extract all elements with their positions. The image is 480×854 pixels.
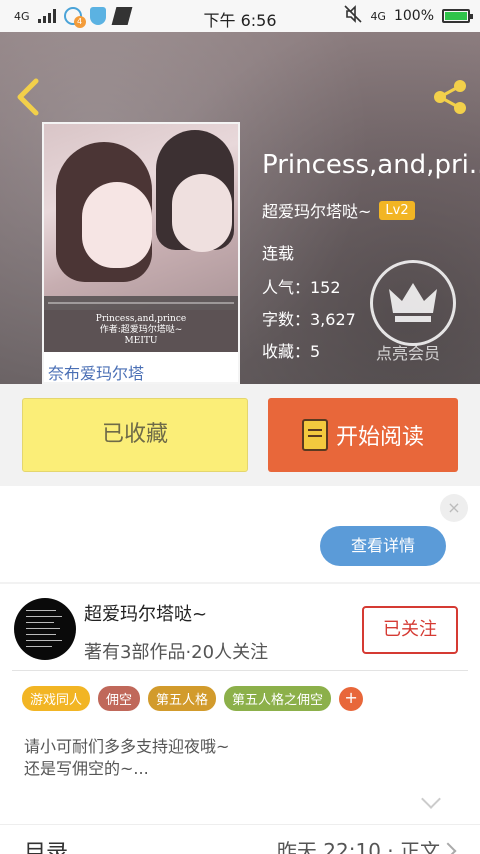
toc-latest-update: 昨天 22:10 · 正文 bbox=[276, 839, 440, 854]
book-icon bbox=[301, 419, 328, 451]
author-card: 超爱玛尔塔哒~ 著有3部作品·20人关注 已关注 游戏同人 佣空 第五人格 第五… bbox=[0, 584, 480, 854]
author-card-meta: 著有3部作品·20人关注 bbox=[84, 642, 269, 663]
favorites-stat: 收藏：5 bbox=[262, 342, 321, 361]
intro-line: 还是写佣空的~... bbox=[24, 759, 149, 778]
share-button[interactable] bbox=[430, 77, 470, 117]
status-bar: 4G 4 下午 6:56 4G 100% bbox=[0, 0, 480, 32]
divider bbox=[12, 670, 468, 671]
cover-name: 奈布爱玛尔塔 bbox=[48, 364, 145, 383]
vip-label[interactable]: 点亮会员 bbox=[376, 340, 440, 364]
vip-button[interactable] bbox=[370, 260, 456, 346]
action-bar: 已收藏 开始阅读 bbox=[0, 384, 480, 486]
favorite-button[interactable]: 已收藏 bbox=[22, 398, 248, 472]
cover-caption-title: Princess,and,prince bbox=[95, 314, 187, 324]
author-row[interactable]: 超爱玛尔塔哒~ Lv2 bbox=[262, 198, 415, 222]
cover-caption-author: 作者:超爱玛尔塔哒~ bbox=[99, 325, 183, 335]
toc-label: 目录 bbox=[24, 841, 69, 854]
book-intro: 请小可耐们多多支持迎夜哦~ 还是写佣空的~... bbox=[24, 736, 229, 780]
network-indicator-right: 4G bbox=[370, 9, 386, 23]
chevron-right-icon bbox=[439, 842, 457, 854]
expand-chevron-icon[interactable] bbox=[421, 789, 441, 809]
start-reading-button[interactable]: 开始阅读 bbox=[268, 398, 458, 472]
serial-status: 连载 bbox=[262, 244, 295, 263]
book-header: Princess,and,prince 作者:超爱玛尔塔哒~ MEITU 奈布爱… bbox=[0, 32, 480, 384]
intro-line: 请小可耐们多多支持迎夜哦~ bbox=[24, 737, 230, 756]
mute-icon bbox=[344, 5, 363, 27]
follow-button[interactable]: 已关注 bbox=[362, 606, 458, 654]
crown-icon bbox=[389, 283, 437, 322]
share-icon bbox=[434, 80, 466, 114]
battery-icon bbox=[442, 9, 473, 23]
popularity-stat: 人气：152 bbox=[262, 278, 341, 297]
avatar[interactable] bbox=[14, 598, 76, 660]
chevron-left-icon bbox=[17, 78, 39, 116]
book-cover[interactable]: Princess,and,prince 作者:超爱玛尔塔哒~ MEITU 奈布爱… bbox=[42, 122, 240, 384]
add-tag-button[interactable]: + bbox=[339, 686, 364, 711]
ad-banner: × 查看详情 bbox=[0, 486, 480, 582]
tag-list: 游戏同人 佣空 第五人格 第五人格之佣空 + bbox=[22, 686, 364, 711]
view-details-button[interactable]: 查看详情 bbox=[320, 526, 446, 566]
battery-percent: 100% bbox=[393, 8, 434, 24]
table-of-contents-row[interactable]: 目录 昨天 22:10 · 正文 bbox=[0, 824, 480, 854]
start-reading-label: 开始阅读 bbox=[335, 425, 424, 450]
author-card-name[interactable]: 超爱玛尔塔哒~ bbox=[84, 600, 207, 626]
book-title: Princess,and,pri... bbox=[262, 150, 480, 180]
back-button[interactable] bbox=[14, 77, 48, 117]
tag-chip[interactable]: 第五人格之佣空 bbox=[224, 686, 332, 711]
close-icon[interactable]: × bbox=[440, 494, 468, 522]
cover-caption: Princess,and,prince 作者:超爱玛尔塔哒~ MEITU bbox=[44, 310, 238, 352]
author-name[interactable]: 超爱玛尔塔哒~ bbox=[262, 198, 371, 222]
word-count-stat: 字数：3,627 bbox=[262, 310, 356, 329]
tag-chip[interactable]: 游戏同人 bbox=[22, 686, 91, 711]
tag-chip[interactable]: 第五人格 bbox=[148, 686, 217, 711]
level-badge: Lv2 bbox=[379, 200, 415, 220]
cover-caption-watermark: MEITU bbox=[124, 336, 158, 346]
tag-chip[interactable]: 佣空 bbox=[98, 686, 141, 711]
